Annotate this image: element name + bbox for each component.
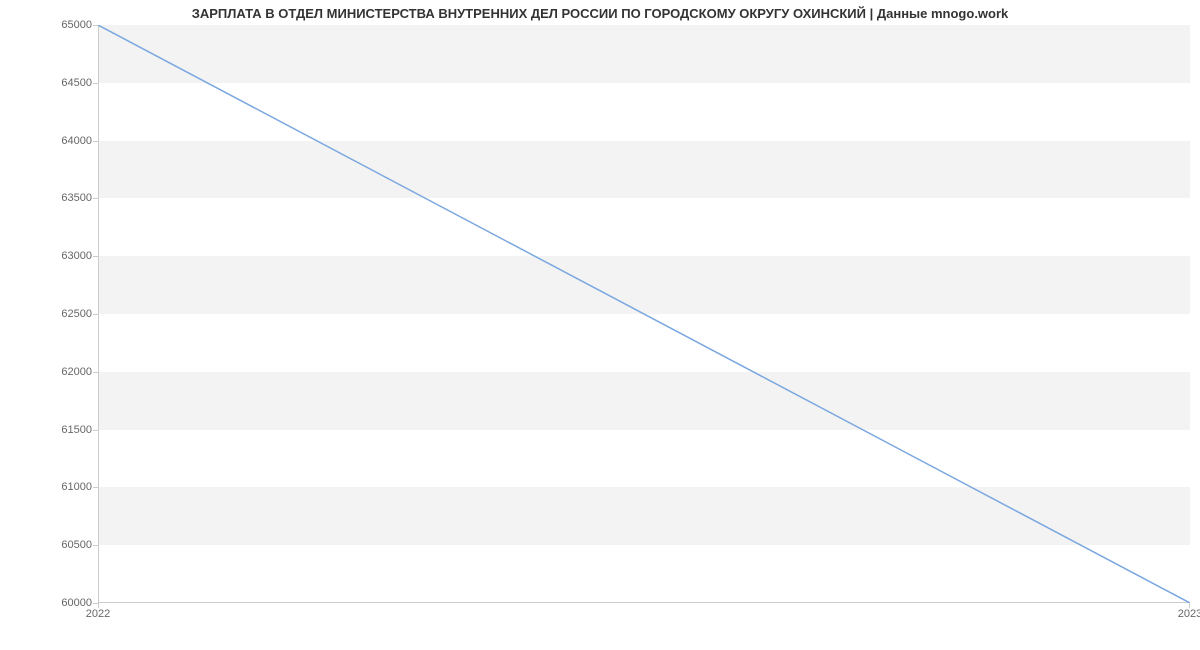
y-axis-tick-label: 63000 [61,250,92,262]
y-axis-tick-label: 61500 [61,424,92,436]
y-tick [93,487,98,488]
grid-band [98,487,1190,545]
plot-area [98,25,1190,603]
y-tick [93,141,98,142]
y-tick [93,25,98,26]
chart-container: ЗАРПЛАТА В ОТДЕЛ МИНИСТЕРСТВА ВНУТРЕННИХ… [0,0,1200,650]
y-axis-tick-label: 61000 [61,481,92,493]
y-tick [93,372,98,373]
y-tick [93,545,98,546]
y-axis-tick-label: 62000 [61,366,92,378]
chart-title: ЗАРПЛАТА В ОТДЕЛ МИНИСТЕРСТВА ВНУТРЕННИХ… [0,6,1200,21]
x-axis-tick-label: 2023 [1178,608,1200,620]
grid-band [98,372,1190,430]
y-tick [93,198,98,199]
y-tick [93,430,98,431]
y-tick [93,256,98,257]
y-axis-tick-label: 62500 [61,308,92,320]
y-axis-tick-label: 60500 [61,539,92,551]
y-axis-tick-label: 64500 [61,77,92,89]
grid-band [98,141,1190,199]
y-axis-tick-label: 64000 [61,135,92,147]
y-tick [93,83,98,84]
grid-band [98,25,1190,83]
grid-band [98,256,1190,314]
y-tick [93,314,98,315]
x-axis-tick-label: 2022 [86,608,110,620]
y-axis-tick-label: 63500 [61,192,92,204]
y-axis-tick-label: 65000 [61,19,92,31]
